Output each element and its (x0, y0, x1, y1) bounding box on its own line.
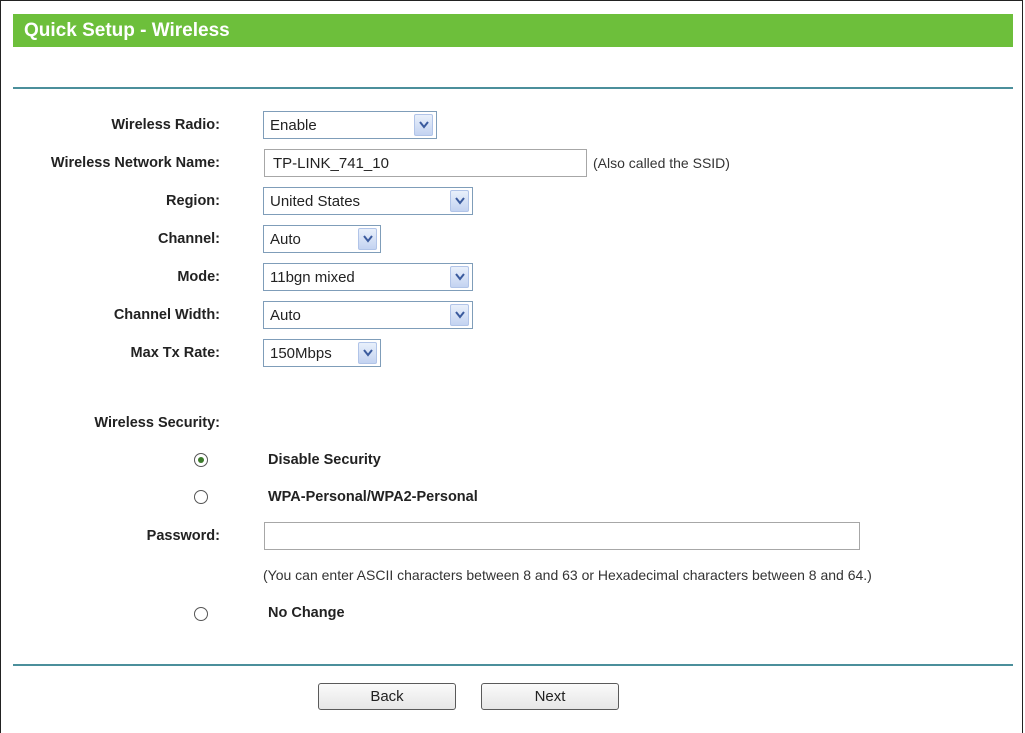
channel-width-select[interactable]: Auto (263, 301, 473, 329)
disable-security-radio[interactable] (194, 453, 208, 467)
network-name-input[interactable] (264, 149, 587, 177)
wireless-security-label: Wireless Security: (94, 415, 220, 431)
region-select[interactable]: United States (263, 187, 473, 215)
no-change-radio[interactable] (194, 607, 208, 621)
password-label: Password: (146, 528, 220, 544)
wireless-radio-select[interactable]: Enable (263, 111, 437, 139)
mode-value: 11bgn mixed (270, 268, 355, 286)
top-divider (13, 87, 1013, 89)
bottom-divider (13, 664, 1013, 666)
title-bar: Quick Setup - Wireless (13, 14, 1013, 47)
network-name-label: Wireless Network Name: (50, 155, 220, 171)
channel-width-label: Channel Width: (113, 307, 220, 323)
chevron-down-icon (358, 342, 377, 364)
chevron-down-icon (450, 266, 469, 288)
ssid-hint: (Also called the SSID) (593, 155, 730, 171)
mode-select[interactable]: 11bgn mixed (263, 263, 473, 291)
wireless-radio-value: Enable (270, 116, 317, 134)
wireless-radio-label: Wireless Radio: (111, 117, 220, 133)
back-button[interactable]: Back (318, 683, 456, 710)
no-change-label: No Change (268, 605, 345, 621)
max-tx-rate-value: 150Mbps (270, 344, 332, 362)
chevron-down-icon (414, 114, 433, 136)
channel-value: Auto (270, 230, 301, 248)
page-frame (0, 0, 1023, 733)
region-value: United States (270, 192, 361, 210)
chevron-down-icon (450, 304, 469, 326)
region-label: Region: (166, 193, 220, 209)
wpa-personal-label: WPA-Personal/WPA2-Personal (268, 489, 478, 505)
mode-label: Mode: (177, 269, 220, 285)
channel-label: Channel: (157, 231, 220, 247)
disable-security-label: Disable Security (268, 452, 381, 468)
chevron-down-icon (358, 228, 377, 250)
channel-width-value: Auto (270, 306, 301, 324)
channel-select[interactable]: Auto (263, 225, 381, 253)
wpa-personal-radio[interactable] (194, 490, 208, 504)
password-input[interactable] (264, 522, 860, 550)
max-tx-rate-label: Max Tx Rate: (130, 345, 220, 361)
page-title: Quick Setup - Wireless (24, 19, 230, 41)
max-tx-rate-select[interactable]: 150Mbps (263, 339, 381, 367)
next-button[interactable]: Next (481, 683, 619, 710)
chevron-down-icon (450, 190, 469, 212)
password-hint: (You can enter ASCII characters between … (263, 567, 872, 583)
